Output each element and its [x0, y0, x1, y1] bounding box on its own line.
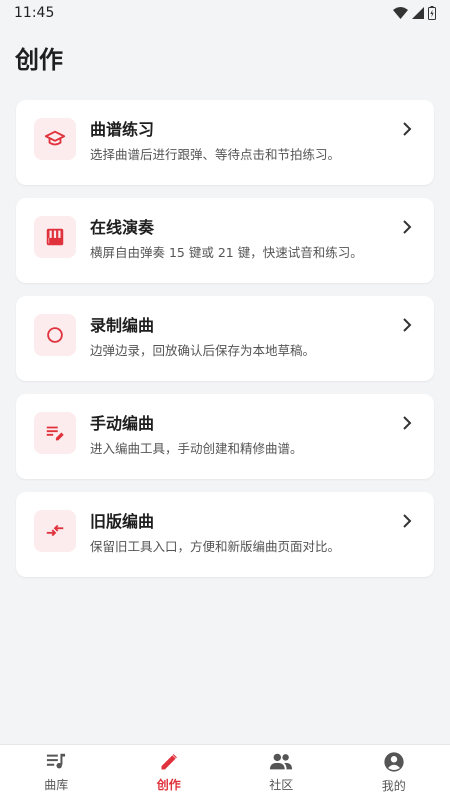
card-title: 在线演奏: [90, 218, 155, 237]
card-list: 曲谱练习 选择曲谱后进行跟弹、等待点击和节拍练习。 在线演奏 横屏自由弹奏 15…: [0, 100, 450, 577]
nav-label: 创作: [156, 778, 181, 792]
people-icon: [270, 753, 293, 770]
battery-icon: [428, 6, 436, 20]
card-icon-box: [34, 118, 76, 160]
card-manual-compose[interactable]: 手动编曲 进入编曲工具，手动创建和精修曲谱。: [16, 394, 434, 479]
nav-item-profile[interactable]: 我的: [338, 745, 450, 800]
signal-icon: [412, 7, 424, 19]
status-bar: 11:45: [0, 0, 450, 26]
nav-item-create[interactable]: 创作: [113, 745, 226, 800]
compare-arrows-icon: [46, 524, 64, 537]
card-sheet-practice[interactable]: 曲谱练习 选择曲谱后进行跟弹、等待点击和节拍练习。: [16, 100, 434, 185]
card-icon-box: [34, 412, 76, 454]
nav-label: 我的: [381, 779, 406, 793]
edit-list-icon: [46, 426, 64, 441]
card-desc: 边弹边录，回放确认后保存为本地草稿。: [90, 343, 316, 358]
card-online-play[interactable]: 在线演奏 横屏自由弹奏 15 键或 21 键，快速试音和练习。: [16, 198, 434, 283]
status-time: 11:45: [14, 5, 55, 21]
chevron-right-icon: [403, 416, 412, 430]
wifi-icon: [393, 7, 408, 19]
chevron-right-icon: [403, 220, 412, 234]
chevron-right-icon: [403, 122, 412, 136]
card-title: 录制编曲: [90, 316, 155, 335]
bottom-nav: 曲库 创作 社区 我的: [0, 744, 450, 800]
nav-item-library[interactable]: 曲库: [0, 745, 113, 800]
status-icons: [393, 6, 436, 20]
card-icon-box: [34, 510, 76, 552]
card-legacy-compose[interactable]: 旧版编曲 保留旧工具入口，方便和新版编曲页面对比。: [16, 492, 434, 577]
pencil-icon: [161, 754, 177, 770]
card-title: 曲谱练习: [90, 120, 155, 139]
page-title: 创作: [15, 46, 63, 74]
card-title: 旧版编曲: [90, 512, 155, 531]
card-desc: 进入编曲工具，手动创建和精修曲谱。: [90, 441, 303, 456]
chevron-right-icon: [403, 318, 412, 332]
graduation-cap-icon: [44, 130, 66, 146]
nav-label: 社区: [269, 778, 294, 792]
chevron-right-icon: [403, 514, 412, 528]
card-desc: 横屏自由弹奏 15 键或 21 键，快速试音和练习。: [90, 245, 363, 260]
account-icon: [384, 752, 404, 772]
record-circle-icon: [47, 327, 63, 343]
card-desc: 保留旧工具入口，方便和新版编曲页面对比。: [90, 539, 341, 554]
card-record-compose[interactable]: 录制编曲 边弹边录，回放确认后保存为本地草稿。: [16, 296, 434, 381]
card-icon-box: [34, 314, 76, 356]
nav-item-community[interactable]: 社区: [225, 745, 338, 800]
piano-keys-icon: [46, 228, 64, 246]
nav-label: 曲库: [44, 778, 69, 792]
card-desc: 选择曲谱后进行跟弹、等待点击和节拍练习。: [90, 147, 341, 162]
card-title: 手动编曲: [90, 414, 155, 433]
card-icon-box: [34, 216, 76, 258]
music-list-icon: [47, 753, 66, 769]
